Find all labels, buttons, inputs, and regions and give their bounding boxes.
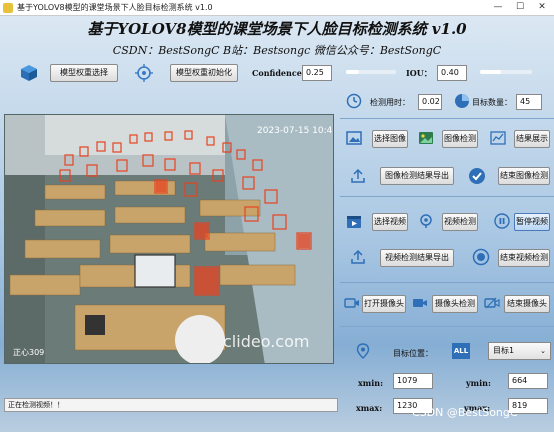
photo-icon <box>419 132 433 144</box>
room-label: 正心309 <box>13 348 44 357</box>
iou-label: IOU： <box>406 68 432 78</box>
app-icon <box>3 2 13 13</box>
classroom-image: 2023-07-15 10:41:55 正心309 clideo.com <box>5 115 334 363</box>
finish-video-button[interactable]: 结束视频检测 <box>498 249 550 267</box>
iou-slider[interactable] <box>480 70 532 74</box>
camera-icon <box>344 298 359 308</box>
line-chart-icon <box>490 131 506 145</box>
maximize-button[interactable]: ☐ <box>510 0 530 16</box>
location-icon <box>356 343 370 359</box>
csdn-watermark: CSDN @BestSongC <box>412 406 518 419</box>
detect-camera-button[interactable]: 摄像头检测 <box>432 295 478 313</box>
time-label: 检测用时： <box>370 98 410 107</box>
export-image-button[interactable]: 图像检测结果导出 <box>380 167 454 185</box>
divider <box>340 326 554 327</box>
cube-icon <box>21 65 37 81</box>
status-bar: 正在检测视频！！ <box>4 398 338 412</box>
select-image-button[interactable]: 选择图像 <box>372 130 408 148</box>
upload-icon <box>351 168 365 183</box>
ymin-value: 664 <box>508 373 548 389</box>
pie-chart-icon <box>455 94 469 108</box>
target-select[interactable]: 目标1 ⌄ <box>488 342 551 360</box>
confidence-label: Confidence: <box>252 68 305 78</box>
upload-icon <box>351 249 365 264</box>
iou-slider-fill <box>480 70 501 74</box>
all-badge: ALL <box>452 343 470 359</box>
image-icon <box>346 131 362 145</box>
target-select-value: 目标1 <box>493 346 515 355</box>
pin-icon <box>420 214 432 228</box>
app-title: 基于YOLOV8模型的课堂场景下人脸目标检测系统 v1.0 <box>87 20 467 38</box>
iou-spinbox[interactable]: 0.40 <box>437 65 467 81</box>
target-position-label: 目标位置： <box>393 349 433 358</box>
pause-video-button[interactable]: 暂停视频 <box>514 213 550 231</box>
window-title: 基于YOLOV8模型的课堂场景下人脸目标检测系统 v1.0 <box>17 3 213 12</box>
minimize-button[interactable]: — <box>488 0 508 16</box>
divider <box>340 196 554 197</box>
init-weights-button[interactable]: 模型权重初始化 <box>170 64 238 82</box>
count-label: 目标数量： <box>472 98 512 107</box>
camera-icon <box>413 299 427 307</box>
camera-icon <box>484 297 500 309</box>
detect-video-button[interactable]: 视频检测 <box>442 213 478 231</box>
select-weights-button[interactable]: 模型权重选择 <box>50 64 118 82</box>
close-camera-button[interactable]: 结束摄像头 <box>504 295 550 313</box>
image-timestamp: 2023-07-15 10:41:55 <box>257 126 334 136</box>
close-button[interactable]: ✕ <box>532 0 552 16</box>
xmin-label: xmin: <box>358 378 384 388</box>
count-value: 45 <box>516 94 542 110</box>
pause-icon <box>494 213 510 229</box>
divider <box>340 118 554 119</box>
video-watermark: clideo.com <box>223 332 309 351</box>
detect-image-button[interactable]: 图像检测 <box>442 130 478 148</box>
window-titlebar: 基于YOLOV8模型的课堂场景下人脸目标检测系统 v1.0 — ☐ ✕ <box>0 0 554 16</box>
open-camera-button[interactable]: 打开摄像头 <box>362 295 406 313</box>
ymin-label: ymin: <box>466 378 491 388</box>
crosshair-icon <box>135 64 153 82</box>
chevron-down-icon: ⌄ <box>540 347 546 355</box>
export-video-button[interactable]: 视频检测结果导出 <box>380 249 454 267</box>
confidence-slider-fill <box>346 70 359 74</box>
xmin-value: 1079 <box>393 373 433 389</box>
check-circle-icon <box>469 168 485 184</box>
confidence-spinbox[interactable]: 0.25 <box>302 65 332 81</box>
show-result-button[interactable]: 结果展示 <box>514 130 550 148</box>
finish-image-button[interactable]: 结束图像检测 <box>498 167 550 185</box>
select-video-button[interactable]: 选择视频 <box>372 213 408 231</box>
app-subtitle: CSDN：BestSongC B站：Bestsongc 微信公众号：BestSo… <box>112 44 442 57</box>
video-icon <box>347 216 361 228</box>
xmax-label: xmax: <box>356 403 383 413</box>
detection-image-view: 2023-07-15 10:41:55 正心309 clideo.com <box>4 114 334 364</box>
time-value: 0.02 <box>418 94 442 110</box>
stop-icon <box>472 248 490 266</box>
divider <box>340 282 554 283</box>
timer-icon <box>346 93 362 109</box>
confidence-slider[interactable] <box>346 70 396 74</box>
